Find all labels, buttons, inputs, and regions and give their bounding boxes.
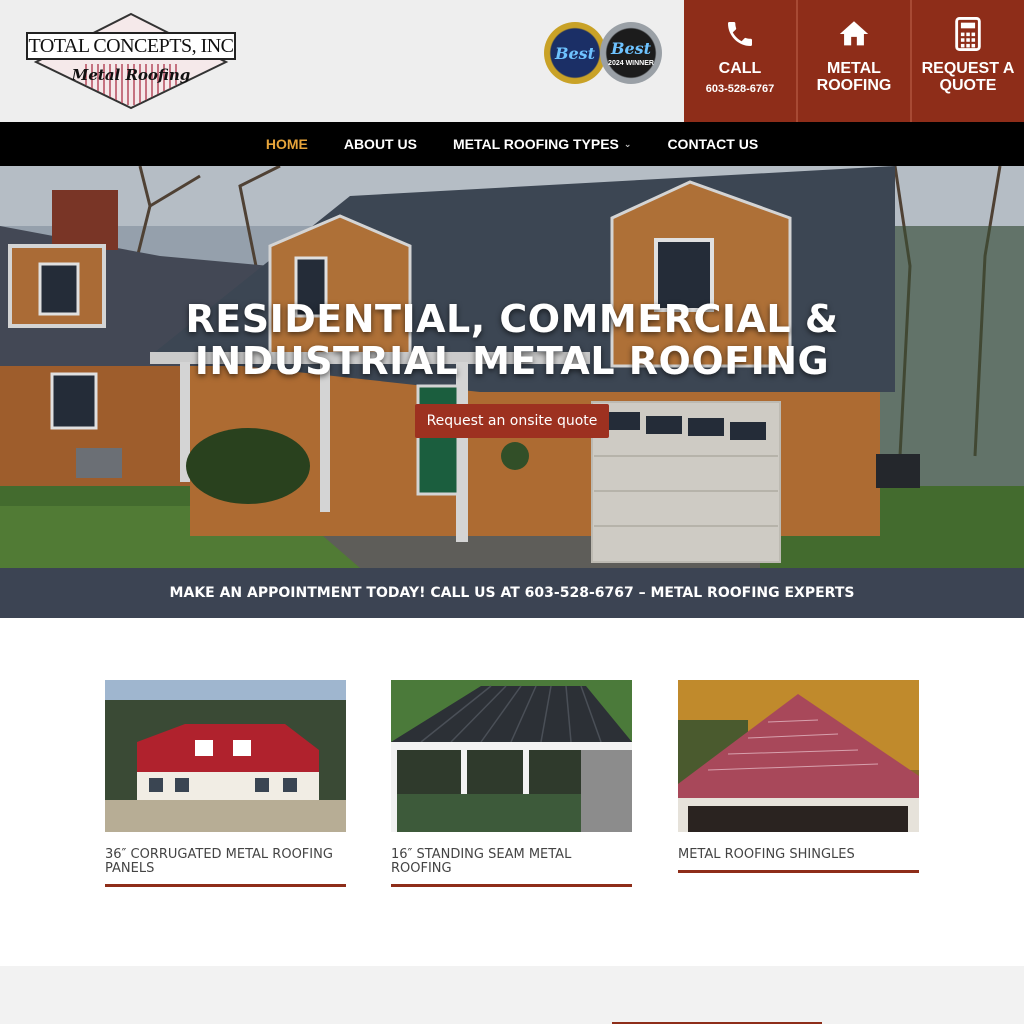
- request-quote-button[interactable]: REQUEST A QUOTE: [910, 0, 1024, 122]
- request-onsite-quote-button[interactable]: Request an onsite quote: [415, 404, 609, 438]
- card-title: 36″ CORRUGATED METAL ROOFING PANELS: [105, 847, 333, 876]
- award-badge-title: Best: [610, 39, 652, 58]
- roofing-types-section: 36″ CORRUGATED METAL ROOFING PANELS 16″ …: [0, 618, 1024, 966]
- award-badge-subtitle: 2024 WINNER: [608, 60, 654, 67]
- nav-item-about-us[interactable]: ABOUT US: [344, 136, 417, 152]
- nav-item-label: METAL ROOFING TYPES: [452, 136, 619, 152]
- card-underline: [105, 884, 346, 887]
- site-header: TOTAL CONCEPTS, INC Metal Roofing Best B…: [0, 0, 1024, 122]
- logo-diamond-graphic: [33, 12, 229, 110]
- header-cta-group: CALL 603-528-6767 METAL ROOFING REQUEST …: [684, 0, 1024, 122]
- card-standing-seam[interactable]: 16″ STANDING SEAM METAL ROOFING: [391, 680, 632, 887]
- award-badge: Best: [544, 22, 606, 84]
- card-corrugated-panels[interactable]: 36″ CORRUGATED METAL ROOFING PANELS: [105, 680, 346, 887]
- award-badges: Best Best 2024 WINNER: [544, 20, 664, 90]
- metal-roofing-button[interactable]: METAL ROOFING: [796, 0, 910, 122]
- hero-section: RESIDENTIAL, COMMERCIAL & INDUSTRIAL MET…: [0, 166, 1024, 568]
- award-badge-title: Best: [554, 43, 596, 63]
- card-image: [105, 680, 346, 832]
- request-quote-label: REQUEST A QUOTE: [921, 60, 1015, 94]
- card-metal-shingles[interactable]: METAL ROOFING SHINGLES: [678, 680, 919, 873]
- house-icon: [836, 16, 872, 52]
- footer-strip: [0, 966, 1024, 1024]
- card-title: 16″ STANDING SEAM METAL ROOFING: [391, 847, 572, 876]
- nav-item-home[interactable]: HOME: [266, 136, 308, 152]
- appointment-banner: MAKE AN APPOINTMENT TODAY! CALL US AT 60…: [0, 568, 1024, 618]
- site-logo[interactable]: TOTAL CONCEPTS, INC Metal Roofing: [26, 12, 236, 110]
- award-badge-2024: Best 2024 WINNER: [600, 22, 662, 84]
- hero-title: RESIDENTIAL, COMMERCIAL & INDUSTRIAL MET…: [185, 297, 839, 383]
- nav-item-metal-roofing-types[interactable]: METAL ROOFING TYPES ⌄: [453, 136, 631, 152]
- metal-roofing-label: METAL ROOFING: [816, 60, 892, 94]
- logo-company-name: TOTAL CONCEPTS, INC: [26, 32, 236, 60]
- card-image: [678, 680, 919, 832]
- call-label: CALL: [718, 60, 762, 77]
- main-nav: HOME ABOUT US METAL ROOFING TYPES ⌄ CONT…: [0, 122, 1024, 166]
- card-title: METAL ROOFING SHINGLES: [678, 847, 855, 862]
- logo-tagline: Metal Roofing: [71, 66, 191, 84]
- nav-item-contact-us[interactable]: CONTACT US: [667, 136, 758, 152]
- calculator-icon: [950, 16, 986, 52]
- call-button[interactable]: CALL 603-528-6767: [684, 0, 796, 122]
- card-underline: [391, 884, 632, 887]
- call-phone-number: 603-528-6767: [705, 83, 775, 95]
- chevron-down-icon: ⌄: [623, 138, 632, 149]
- phone-icon: [722, 16, 758, 52]
- card-underline: [678, 870, 919, 873]
- card-image: [391, 680, 632, 832]
